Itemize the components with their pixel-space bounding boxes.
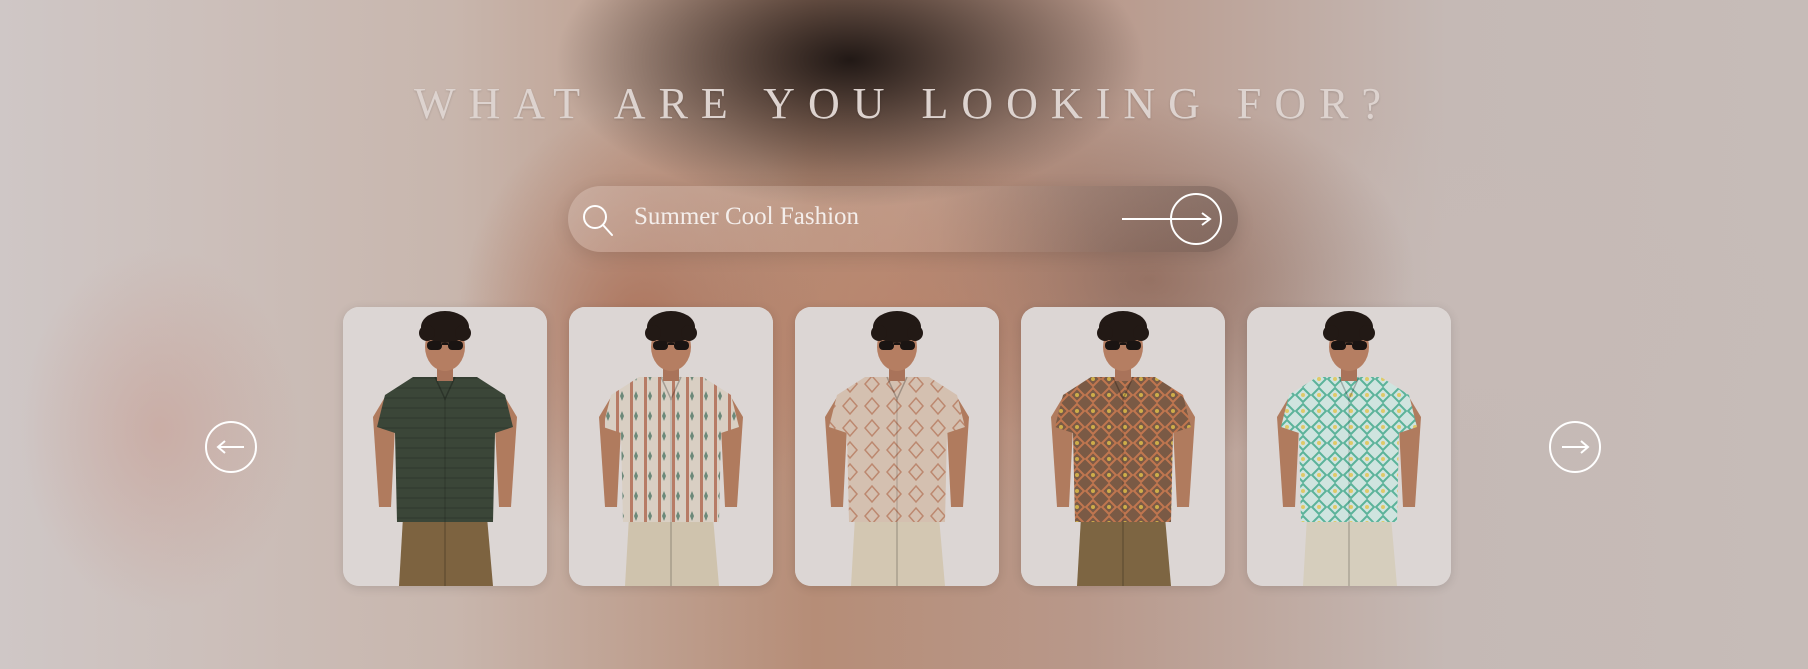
product-image [1021, 307, 1225, 586]
product-carousel [343, 307, 1451, 586]
product-card-4[interactable] [1021, 307, 1225, 586]
product-card-3[interactable] [795, 307, 999, 586]
page-heading: WHAT ARE YOU LOOKING FOR? [413, 79, 1395, 128]
product-image [343, 307, 547, 586]
product-card-2[interactable] [569, 307, 773, 586]
carousel-next-button[interactable] [1548, 420, 1602, 474]
arrow-right-icon [1549, 421, 1601, 473]
search-icon[interactable] [580, 202, 616, 238]
search-bar: Summer Cool Fashion [568, 186, 1238, 252]
product-image [569, 307, 773, 586]
arrow-left-icon [205, 421, 257, 473]
search-input[interactable]: Summer Cool Fashion [634, 203, 859, 231]
product-image [1247, 307, 1451, 586]
arrow-right-icon [1122, 193, 1222, 245]
product-card-1[interactable] [343, 307, 547, 586]
search-submit-button[interactable] [1120, 191, 1226, 247]
product-image [795, 307, 999, 586]
carousel-prev-button[interactable] [204, 420, 258, 474]
product-card-5[interactable] [1247, 307, 1451, 586]
